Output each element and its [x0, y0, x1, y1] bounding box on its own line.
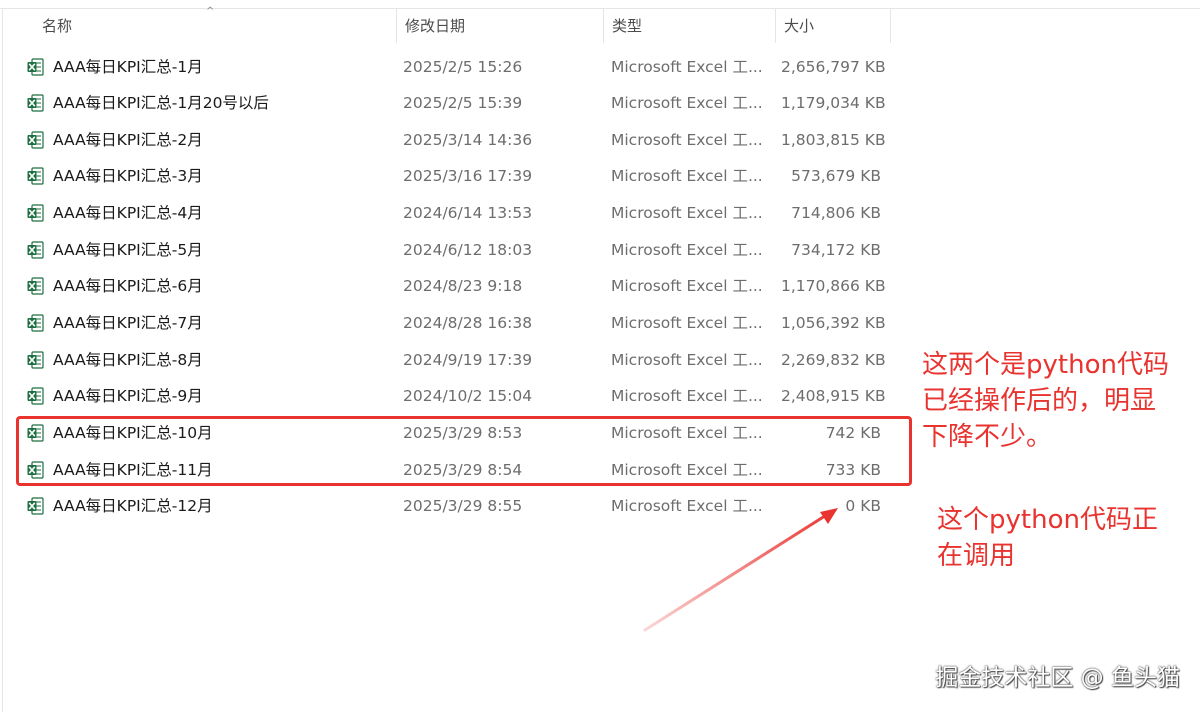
annotation-arrow [643, 508, 838, 632]
arrow-shaft [643, 512, 830, 632]
watermark: 掘金技术社区 @ 鱼头猫 [935, 665, 1180, 691]
arrow-head [820, 508, 838, 524]
